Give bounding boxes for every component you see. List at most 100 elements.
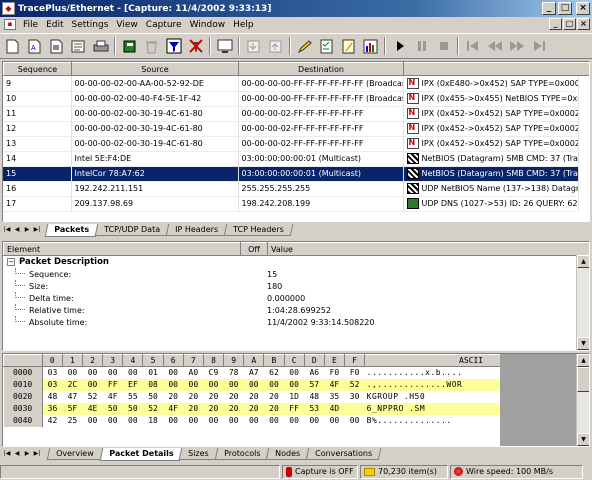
hex-byte[interactable]: 00 bbox=[82, 367, 102, 379]
packet-row[interactable]: 16 192.242.211.151 255.255.255.255 UDP NetB… bbox=[3, 181, 579, 197]
hex-byte[interactable]: 78 bbox=[224, 367, 244, 379]
hex-byte[interactable]: 48 bbox=[42, 391, 62, 403]
packet-row[interactable]: 17 209.137.98.69 198.242.208.199 UDP DNS (1… bbox=[3, 196, 579, 212]
hex-byte[interactable]: 20 bbox=[203, 402, 224, 415]
tab-nodes[interactable]: Nodes bbox=[265, 448, 310, 460]
hex-byte[interactable]: 25 bbox=[62, 415, 82, 427]
last-icon[interactable] bbox=[529, 37, 548, 56]
menu-window[interactable]: Window bbox=[186, 20, 230, 30]
menu-settings[interactable]: Settings bbox=[68, 20, 113, 30]
print-icon[interactable] bbox=[91, 37, 110, 56]
hex-byte[interactable]: 18 bbox=[143, 415, 163, 427]
save-icon[interactable] bbox=[47, 37, 66, 56]
detail-row[interactable]: Sequence: 15 bbox=[3, 268, 578, 280]
hex-scrollbar[interactable]: ▲ ▼ bbox=[576, 354, 589, 446]
stop-icon[interactable] bbox=[434, 37, 453, 56]
hex-byte[interactable]: 00 bbox=[345, 415, 365, 427]
tab-conversations[interactable]: Conversations bbox=[305, 448, 382, 460]
hex-byte[interactable]: 30 bbox=[345, 391, 365, 403]
hex-byte[interactable]: 00 bbox=[203, 415, 223, 427]
hex-byte[interactable]: 62 bbox=[264, 367, 284, 379]
close-button[interactable]: × bbox=[576, 2, 590, 15]
delete-icon[interactable] bbox=[142, 37, 161, 56]
hex-byte[interactable]: 20 bbox=[243, 402, 264, 415]
scroll-down-icon[interactable]: ▼ bbox=[577, 433, 589, 446]
pause-icon[interactable] bbox=[412, 37, 431, 56]
hex-byte[interactable]: FF bbox=[284, 402, 305, 415]
hex-byte[interactable]: 00 bbox=[284, 378, 305, 391]
mdi-close-button[interactable]: × bbox=[577, 18, 590, 30]
column-summary[interactable] bbox=[403, 62, 589, 76]
hex-byte[interactable]: 52 bbox=[82, 391, 102, 403]
hex-byte[interactable]: 4D bbox=[324, 402, 345, 415]
hex-byte[interactable]: 00 bbox=[82, 378, 103, 391]
prev-icon[interactable] bbox=[485, 37, 504, 56]
hex-byte[interactable]: 00 bbox=[62, 367, 82, 379]
stats-icon[interactable] bbox=[361, 37, 380, 56]
maximize-button[interactable]: □ bbox=[558, 2, 572, 15]
hex-byte[interactable]: 00 bbox=[224, 415, 244, 427]
play-icon[interactable] bbox=[390, 37, 409, 56]
hex-byte[interactable]: 55 bbox=[123, 391, 143, 403]
hex-byte[interactable]: 00 bbox=[123, 367, 143, 379]
mdi-minimize-button[interactable]: _ bbox=[549, 18, 562, 30]
hex-byte[interactable]: 20 bbox=[183, 391, 203, 403]
hex-row[interactable]: 0000 03 00 00 00 00 01 00 A0 C9 78 A7 62 00 A6 F0 F0....… bbox=[3, 366, 578, 379]
hex-byte[interactable]: 20 bbox=[244, 391, 264, 403]
column-source[interactable]: Source bbox=[71, 62, 239, 76]
hex-byte[interactable]: F0 bbox=[345, 367, 365, 379]
scroll-up-icon[interactable]: ▲ bbox=[577, 354, 589, 367]
hex-byte[interactable]: 5F bbox=[62, 402, 83, 415]
first-icon[interactable] bbox=[463, 37, 482, 56]
hex-byte[interactable]: 52 bbox=[142, 402, 164, 415]
packet-row[interactable]: 12 00-00-00-02-00-30-19-4C-61-80 00-00-00-… bbox=[3, 121, 579, 137]
open-icon[interactable]: A bbox=[25, 37, 44, 56]
tab-next-icon[interactable]: ▶ bbox=[22, 224, 32, 236]
hex-byte[interactable]: 00 bbox=[82, 415, 102, 427]
hex-byte[interactable]: 4F bbox=[324, 378, 345, 391]
menu-edit[interactable]: Edit bbox=[42, 20, 67, 30]
checklist-icon[interactable] bbox=[317, 37, 336, 56]
hex-byte[interactable]: 20 bbox=[264, 391, 284, 403]
no-filter-icon[interactable] bbox=[186, 37, 205, 56]
packet-row[interactable]: 11 00-00-00-02-00-30-19-4C-61-80 00-00-00-… bbox=[3, 106, 579, 122]
column-value[interactable]: Value bbox=[267, 242, 589, 256]
hex-byte[interactable]: 50 bbox=[102, 402, 123, 415]
mdi-restore-button[interactable]: □ bbox=[563, 18, 576, 30]
hex-byte[interactable]: 20 bbox=[263, 402, 285, 415]
hex-byte[interactable]: EF bbox=[122, 378, 143, 391]
display-icon[interactable] bbox=[215, 37, 234, 56]
tab-prev-icon[interactable]: ◀ bbox=[12, 448, 22, 460]
hex-byte[interactable]: 52 bbox=[344, 378, 365, 391]
hex-row[interactable]: 0030 36 5F 4E 50 50 52 4F 20 20 20 20 20 FF 53 4D 6_NPPR… bbox=[3, 402, 578, 415]
collapse-icon[interactable]: − bbox=[7, 258, 15, 266]
detail-row[interactable]: Absolute time: 11/4/2002 9:33:14.508220 bbox=[3, 316, 578, 328]
tab-next-icon[interactable]: ▶ bbox=[22, 448, 32, 460]
hex-byte[interactable]: 4F bbox=[103, 391, 123, 403]
book-icon[interactable] bbox=[120, 37, 139, 56]
hex-byte[interactable]: 00 bbox=[304, 415, 324, 427]
column-element[interactable]: Element bbox=[3, 242, 241, 256]
hex-byte[interactable]: 08 bbox=[142, 378, 164, 391]
tab-overview[interactable]: Overview bbox=[46, 448, 103, 460]
title-bar[interactable]: ◆ TracePlus/Ethernet - [Capture: 11/4/20… bbox=[0, 0, 592, 17]
document-icon[interactable]: ▪ bbox=[4, 19, 16, 30]
app-icon[interactable]: ◆ bbox=[2, 2, 15, 15]
hex-byte[interactable]: F0 bbox=[324, 367, 344, 379]
menu-help[interactable]: Help bbox=[229, 20, 258, 30]
tab-first-icon[interactable]: |◀ bbox=[2, 448, 12, 460]
tab-sizes[interactable]: Sizes bbox=[178, 448, 219, 460]
tab-last-icon[interactable]: ▶| bbox=[32, 224, 42, 236]
hex-byte[interactable]: 4F bbox=[163, 402, 184, 415]
hex-byte[interactable]: 00 bbox=[163, 367, 183, 379]
pencil-icon[interactable] bbox=[295, 37, 314, 56]
detail-row[interactable]: Size: 180 bbox=[3, 280, 578, 292]
tab-protocols[interactable]: Protocols bbox=[214, 448, 270, 460]
hex-byte[interactable]: 47 bbox=[62, 391, 82, 403]
hex-byte[interactable]: 00 bbox=[324, 415, 344, 427]
hex-byte[interactable]: 00 bbox=[163, 378, 184, 391]
hex-byte[interactable]: 50 bbox=[122, 402, 143, 415]
hex-byte[interactable]: 00 bbox=[243, 378, 264, 391]
hex-byte[interactable]: 00 bbox=[264, 415, 284, 427]
hex-byte[interactable]: C9 bbox=[203, 367, 223, 379]
